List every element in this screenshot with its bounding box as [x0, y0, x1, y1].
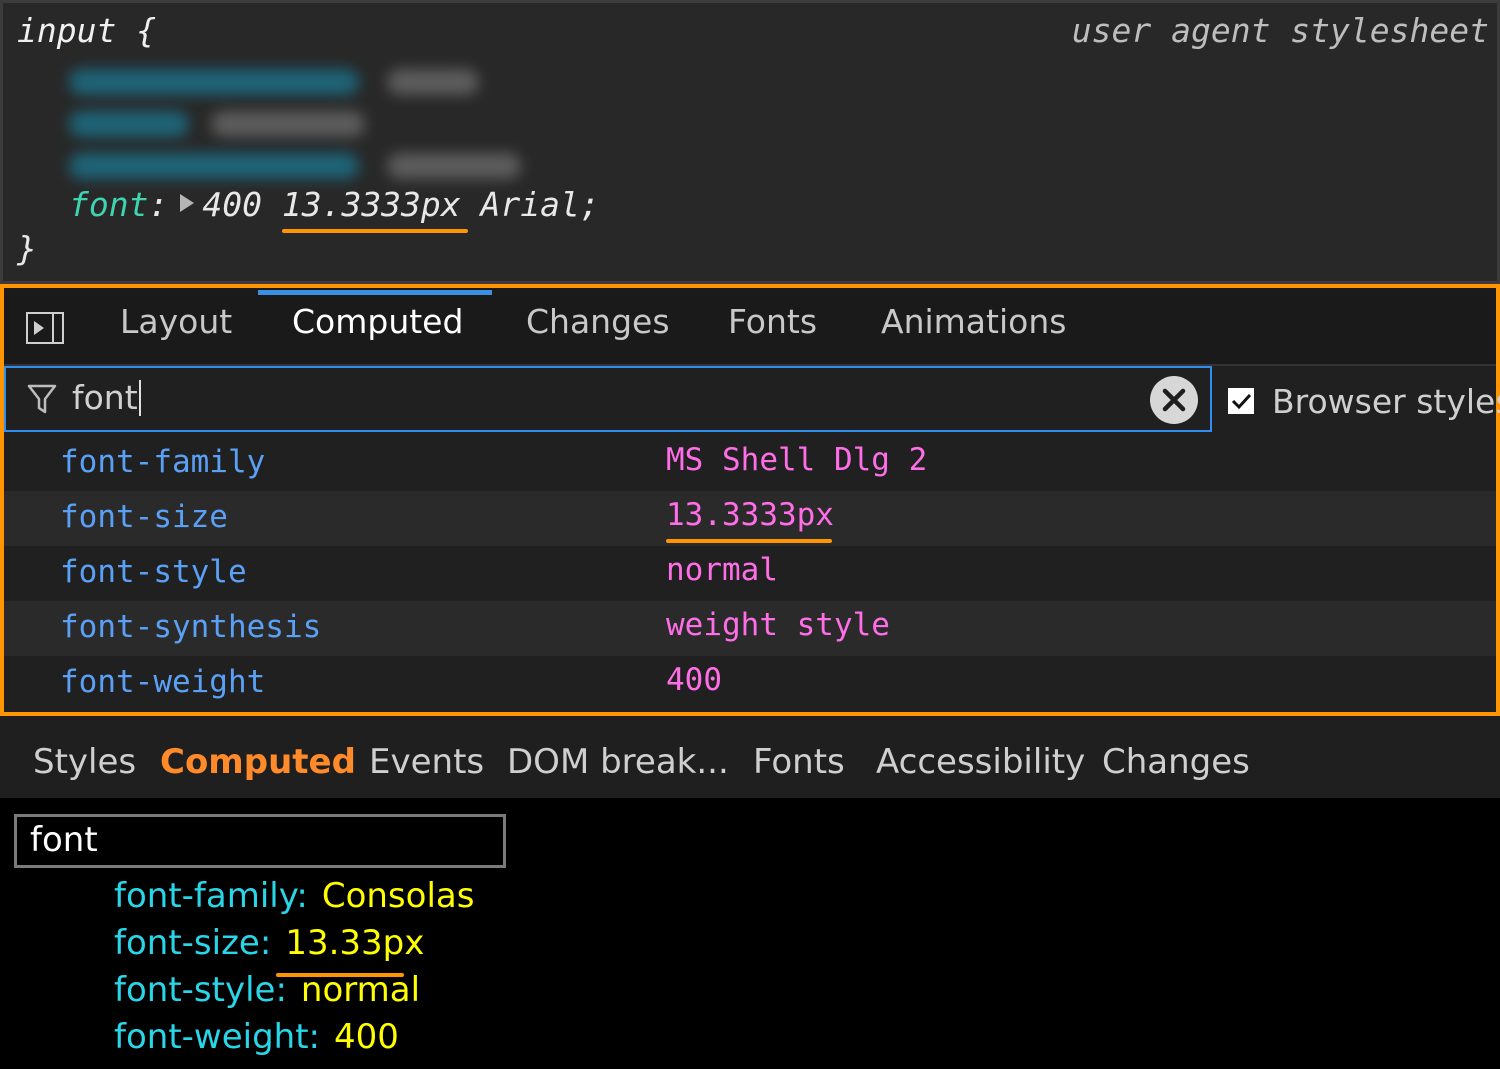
tab-fonts[interactable]: Fonts — [728, 302, 817, 341]
rule-selector: input { — [17, 11, 157, 50]
clear-circle-x-icon[interactable] — [1150, 376, 1198, 424]
property-name: font-size: — [114, 923, 272, 963]
list-item[interactable]: font-family: Consolas — [114, 876, 474, 923]
rule-origin-label[interactable]: user agent stylesheet — [1072, 11, 1489, 50]
table-row[interactable]: font-style normal — [4, 546, 1496, 601]
blurred-value-3 — [387, 153, 521, 179]
property-name: font-weight — [60, 664, 266, 700]
list-item[interactable]: font-weight: 400 — [114, 1017, 474, 1064]
size-highlight-underline — [282, 229, 468, 233]
tab-dom-breakpoints[interactable]: DOM break... — [507, 742, 729, 782]
property-name: font-style — [60, 554, 247, 590]
property-value: weight style — [666, 607, 890, 643]
list-item[interactable]: font-size: 13.33px — [114, 923, 474, 977]
tab-changes[interactable]: Changes — [1102, 742, 1250, 782]
edge-tab-bar: Layout Computed Changes Fonts Animations — [4, 288, 1496, 366]
computed-property-list: font-family MS Shell Dlg 2 font-size 13.… — [4, 436, 1496, 711]
blurred-value-1 — [387, 69, 479, 95]
filter-value: font — [30, 820, 98, 860]
tab-events[interactable]: Events — [369, 742, 484, 782]
property-value: 400 — [334, 1017, 399, 1057]
checkmark-icon — [1231, 393, 1252, 410]
tab-animations[interactable]: Animations — [881, 302, 1066, 341]
edge-computed-panel: Layout Computed Changes Fonts Animations… — [0, 284, 1500, 716]
blurred-declaration-2 — [69, 111, 189, 137]
tab-layout[interactable]: Layout — [120, 302, 232, 341]
firefox-tab-bar: Styles Computed Events DOM break... Font… — [0, 716, 1500, 798]
property-value: 13.3333px — [666, 497, 834, 533]
blurred-value-2 — [211, 111, 365, 137]
tab-fonts[interactable]: Fonts — [753, 742, 845, 782]
filter-input[interactable]: font — [14, 814, 506, 868]
property-value: normal — [300, 970, 421, 1010]
panel-toggle-icon[interactable] — [26, 312, 64, 344]
triangle-right-icon[interactable] — [180, 193, 195, 212]
declaration-colon: : — [148, 185, 169, 224]
property-name: font-family — [60, 444, 266, 480]
property-name: font-size — [60, 499, 228, 535]
browser-styles-checkbox[interactable] — [1228, 388, 1254, 414]
browser-styles-label: Browser styles — [1272, 382, 1500, 421]
computed-property-list: font-family: Consolas font-size: 13.33px f… — [114, 876, 474, 1064]
property-value: Consolas — [321, 876, 475, 916]
property-value: 13.33px — [285, 923, 425, 963]
table-row[interactable]: font-synthesis weight style — [4, 601, 1496, 656]
property-value: 400 — [666, 662, 722, 698]
property-value: normal — [666, 552, 778, 588]
tab-computed[interactable]: Computed — [292, 302, 463, 341]
declaration-property[interactable]: font — [69, 185, 148, 224]
blurred-declaration-1 — [69, 69, 359, 95]
text-caret — [138, 379, 141, 416]
rule-panel: input { user agent stylesheet font: 400 1… — [0, 0, 1500, 284]
property-name: font-family: — [114, 876, 308, 916]
tab-styles[interactable]: Styles — [33, 742, 136, 782]
table-row[interactable]: font-weight 400 — [4, 656, 1496, 711]
size-highlight-underline — [666, 539, 832, 543]
declaration-size[interactable]: 13.3333px — [282, 185, 461, 224]
filter-funnel-icon — [27, 384, 57, 414]
tab-accessibility[interactable]: Accessibility — [876, 742, 1085, 782]
property-name: font-synthesis — [60, 609, 322, 645]
table-row[interactable]: font-family MS Shell Dlg 2 — [4, 436, 1496, 491]
property-value: MS Shell Dlg 2 — [666, 442, 928, 478]
font-declaration: font: 400 13.3333px Arial; — [69, 185, 600, 224]
tab-computed[interactable]: Computed — [160, 742, 356, 782]
filter-input[interactable]: font — [4, 366, 1212, 432]
filter-value: font — [72, 378, 138, 417]
active-tab-indicator — [258, 290, 492, 295]
rule-close-brace: } — [17, 229, 37, 268]
tab-changes[interactable]: Changes — [526, 302, 670, 341]
firefox-computed-panel: Styles Computed Events DOM break... Font… — [0, 716, 1500, 1069]
property-name: font-weight: — [114, 1017, 321, 1057]
declaration-family[interactable]: Arial; — [481, 185, 600, 224]
table-row[interactable]: font-size 13.3333px — [4, 491, 1496, 546]
property-name: font-style: — [114, 970, 287, 1010]
list-item[interactable]: font-style: normal — [114, 970, 474, 1017]
blurred-declaration-3 — [69, 153, 359, 179]
declaration-weight[interactable]: 400 — [202, 185, 262, 224]
